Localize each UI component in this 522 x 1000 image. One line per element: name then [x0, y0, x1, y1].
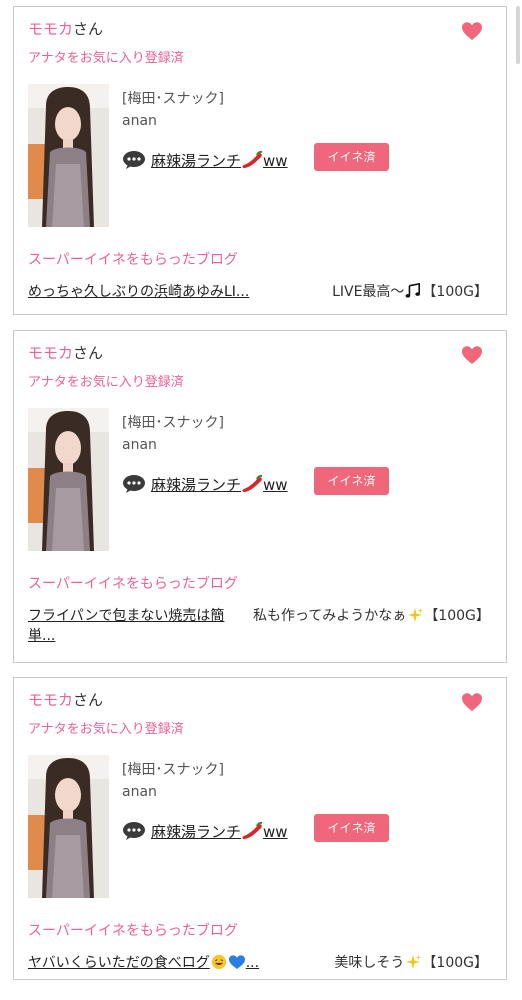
blog-comment-text: 美味しそう [334, 955, 405, 971]
super-like-blog-heading: スーパーイイネをもらったブログ [28, 923, 238, 939]
post-title-link[interactable]: 麻辣湯ランチ ww [151, 821, 288, 842]
liked-badge: イイネ済 [314, 814, 389, 842]
notification-card: モモカさん アナタをお気に入り登録済 [梅田･スナック] anan 麻辣湯ランチ… [13, 330, 507, 663]
post-title-link[interactable]: 麻辣湯ランチ ww [151, 150, 288, 171]
honorific: さん [73, 20, 104, 38]
user-name-link[interactable]: モモカ [28, 20, 73, 38]
gift-amount: 【100G】 [422, 284, 488, 300]
avatar[interactable] [28, 84, 109, 227]
notification-card: モモカさん アナタをお気に入り登録済 [梅田･スナック] anan 麻辣湯ランチ… [13, 6, 507, 315]
super-like-blog-heading: スーパーイイネをもらったブログ [28, 252, 238, 268]
speech-bubble-icon [122, 821, 146, 841]
blue-heart-icon [228, 954, 246, 970]
favorite-status: アナタをお気に入り登録済 [28, 722, 184, 737]
liked-badge: イイネ済 [314, 143, 389, 171]
post-line: 麻辣湯ランチ ww [122, 472, 288, 496]
shop-label: [梅田･スナック] [122, 91, 224, 107]
post-title-suffix: ww [263, 151, 288, 170]
shop-label: [梅田･スナック] [122, 415, 224, 431]
user-name-link[interactable]: モモカ [28, 344, 73, 362]
blog-comment-text: LIVE最高～ [332, 284, 405, 300]
avatar[interactable] [28, 408, 109, 551]
blog-comment: 私も作ってみようかなぁ 【100G】 [253, 606, 497, 626]
notification-feed: モモカさん アナタをお気に入り登録済 [梅田･スナック] anan 麻辣湯ランチ… [0, 0, 522, 1000]
blog-comment: 美味しそう 【100G】 [334, 953, 488, 973]
heart-icon[interactable] [460, 343, 484, 367]
honorific: さん [73, 344, 104, 362]
liked-badge: イイネ済 [314, 467, 389, 495]
blog-comment: LIVE最高～ 【100G】 [332, 282, 488, 302]
musical-notes-icon [404, 283, 422, 299]
sparkles-icon [406, 607, 424, 623]
shop-label: [梅田･スナック] [122, 762, 224, 778]
blog-title-link[interactable]: フライパンで包まない焼売は簡単... [28, 606, 240, 646]
post-line: 麻辣湯ランチ ww [122, 148, 288, 172]
gift-amount: 【100G】 [422, 955, 488, 971]
laughing-face-icon [210, 954, 228, 970]
super-like-blog-heading: スーパーイイネをもらったブログ [28, 576, 238, 592]
user-line: モモカさん [28, 690, 103, 710]
post-title-text: 麻辣湯ランチ [151, 151, 242, 170]
user-line: モモカさん [28, 19, 103, 39]
shop-name: anan [122, 113, 157, 129]
blog-title-text: ヤバいくらいただの食べログ [28, 955, 210, 971]
post-title-suffix: ww [263, 475, 288, 494]
chili-pepper-icon [241, 474, 263, 494]
chili-pepper-icon [241, 821, 263, 841]
user-name-link[interactable]: モモカ [28, 691, 73, 709]
honorific: さん [73, 691, 104, 709]
user-line: モモカさん [28, 343, 103, 363]
sparkles-icon [404, 954, 422, 970]
heart-icon[interactable] [460, 19, 484, 43]
shop-name: anan [122, 784, 157, 800]
heart-icon[interactable] [460, 690, 484, 714]
blog-title-link[interactable]: ヤバいくらいただの食べログ... [28, 953, 298, 973]
blog-comment-text: 私も作ってみようかなぁ [253, 608, 407, 624]
shop-name: anan [122, 437, 157, 453]
speech-bubble-icon [122, 150, 146, 170]
post-title-text: 麻辣湯ランチ [151, 475, 242, 494]
favorite-status: アナタをお気に入り登録済 [28, 51, 184, 66]
post-title-suffix: ww [263, 822, 288, 841]
favorite-status: アナタをお気に入り登録済 [28, 375, 184, 390]
post-title-text: 麻辣湯ランチ [151, 822, 242, 841]
speech-bubble-icon [122, 474, 146, 494]
notification-card: モモカさん アナタをお気に入り登録済 [梅田･スナック] anan 麻辣湯ランチ… [13, 677, 507, 980]
post-title-link[interactable]: 麻辣湯ランチ ww [151, 474, 288, 495]
avatar[interactable] [28, 755, 109, 898]
chili-pepper-icon [241, 150, 263, 170]
post-line: 麻辣湯ランチ ww [122, 819, 288, 843]
blog-title-ellipsis: ... [245, 955, 260, 971]
scrollbar[interactable] [516, 6, 520, 64]
gift-amount: 【100G】 [424, 608, 490, 624]
blog-title-link[interactable]: めっちゃ久しぶりの浜崎あゆみLI... [28, 282, 283, 302]
